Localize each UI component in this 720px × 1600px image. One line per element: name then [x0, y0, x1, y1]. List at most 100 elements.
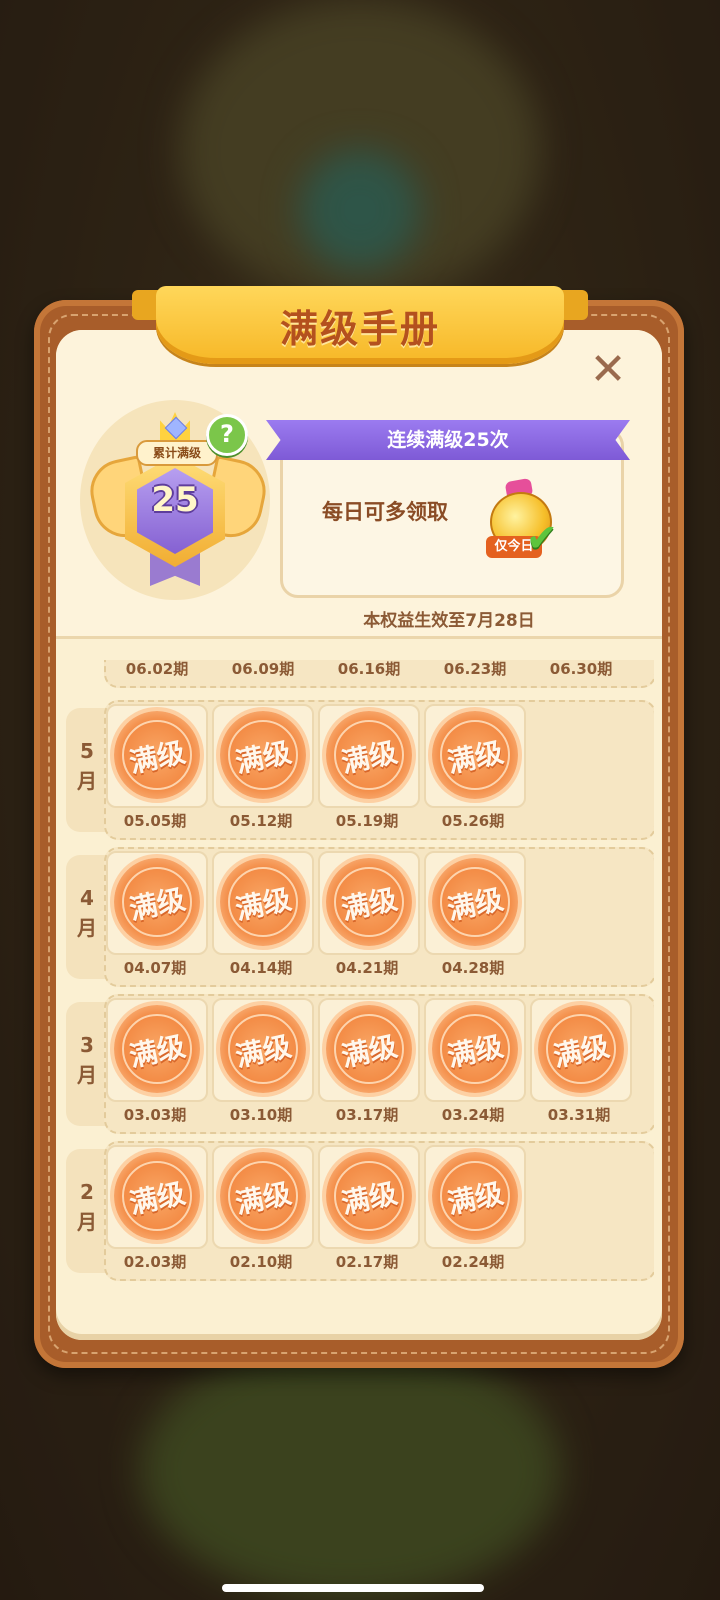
month-label-part: 月: [77, 769, 97, 793]
stamp-cell[interactable]: 满级: [106, 704, 208, 808]
full-level-stamp-icon: 满级: [326, 711, 412, 799]
stamp-text: 满级: [338, 735, 401, 780]
month-row: 3 月满级 03.03期 满级 03.10期 满级 03.17期 满级 03.24期 满级 03.3…: [66, 994, 654, 1134]
close-button[interactable]: ✕: [586, 348, 630, 392]
month-label: 2月: [66, 1177, 108, 1237]
close-icon: ✕: [589, 344, 627, 395]
stamp-cell[interactable]: 满级: [530, 998, 632, 1102]
period-date: 04.28期: [441, 959, 505, 977]
full-level-stamp-icon: 满级: [114, 1005, 200, 1093]
period-date: 05.19期: [335, 812, 399, 830]
title-ribbon: 满级手册: [132, 286, 588, 368]
full-level-stamp-icon: 满级: [220, 1152, 306, 1240]
period-date: 05.26期: [441, 812, 505, 830]
stamp-text: 满级: [232, 1029, 295, 1074]
help-button[interactable]: ?: [206, 414, 248, 456]
check-icon: ✔: [526, 516, 558, 560]
full-level-stamp-icon: 满级: [432, 1005, 518, 1093]
period-date: 06.16期: [337, 660, 401, 678]
stamp-text: 满级: [444, 1176, 507, 1221]
stamp-text: 满级: [550, 1029, 613, 1074]
month-row: 4 月满级 04.07期 满级 04.14期 满级 04.21期 满级 04.28期: [66, 847, 654, 987]
stamp-text: 满级: [232, 1176, 295, 1221]
stamp-cell[interactable]: 满级: [318, 998, 420, 1102]
period-date: 02.03期: [123, 1253, 187, 1271]
stamp-cell[interactable]: 满级: [106, 1145, 208, 1249]
full-level-stamp-icon: 满级: [432, 711, 518, 799]
month-label-part: 3: [80, 1033, 94, 1057]
period-date: 04.14期: [229, 959, 293, 977]
stamp-cell[interactable]: 满级: [106, 998, 208, 1102]
stamp-cell[interactable]: 满级: [212, 851, 314, 955]
full-level-stamp-icon: 满级: [538, 1005, 624, 1093]
period-date: 02.10期: [229, 1253, 293, 1271]
month-label-part: 2: [80, 1180, 94, 1204]
period-date: 04.07期: [123, 959, 187, 977]
period-date: 02.24期: [441, 1253, 505, 1271]
stamp-text: 满级: [232, 735, 295, 780]
stamp-cell[interactable]: 满级: [106, 851, 208, 955]
validity-text: 本权益生效至7月28日: [363, 611, 535, 631]
stamp-text: 满级: [444, 735, 507, 780]
period-date: 03.10期: [229, 1106, 293, 1124]
full-level-stamp-icon: 满级: [220, 1005, 306, 1093]
month-row-june: 06.02期 06.09期 06.16期 06.23期 06.30期: [66, 660, 654, 688]
full-level-stamp-icon: 满级: [220, 711, 306, 799]
badge-label: 累计满级: [136, 440, 218, 466]
home-indicator[interactable]: [222, 1584, 484, 1592]
full-level-stamp-icon: 满级: [326, 1152, 412, 1240]
stamp-cell[interactable]: 满级: [424, 1145, 526, 1249]
month-label-part: 月: [77, 1210, 97, 1234]
full-level-stamp-icon: 满级: [432, 858, 518, 946]
full-level-count: 25: [151, 480, 199, 520]
period-date: 04.21期: [335, 959, 399, 977]
full-level-stamp-icon: 满级: [114, 858, 200, 946]
full-level-stamp-icon: 满级: [326, 858, 412, 946]
stamp-text: 满级: [126, 1029, 189, 1074]
stamp-text: 满级: [126, 735, 189, 780]
period-date: 03.03期: [123, 1106, 187, 1124]
question-icon: ?: [220, 420, 234, 448]
stamp-cell[interactable]: 满级: [424, 851, 526, 955]
stamp-text: 满级: [126, 1176, 189, 1221]
period-date: 06.30期: [549, 660, 613, 678]
period-date: 06.23期: [443, 660, 507, 678]
stamp-text: 满级: [444, 882, 507, 927]
period-date: 02.17期: [335, 1253, 399, 1271]
stamp-cell[interactable]: 满级: [212, 1145, 314, 1249]
period-date: 06.09期: [231, 660, 295, 678]
full-level-stamp-icon: 满级: [114, 711, 200, 799]
stamp-grid[interactable]: 06.02期 06.09期 06.16期 06.23期 06.30期 5 月满级 05.05期…: [66, 660, 654, 1324]
full-level-stamp-icon: 满级: [220, 858, 306, 946]
stamp-cell[interactable]: 满级: [424, 704, 526, 808]
month-row: 5 月满级 05.05期 满级 05.12期 满级 05.19期 满级 05.26期: [66, 700, 654, 840]
stamp-cell[interactable]: 满级: [318, 704, 420, 808]
month-label-part: 月: [77, 916, 97, 940]
streak-banner-text: 连续满级25次: [387, 429, 509, 451]
reward-description: 每日可多领取: [322, 500, 448, 524]
full-level-stamp-icon: 满级: [326, 1005, 412, 1093]
page-title: 满级手册: [279, 307, 440, 351]
stamp-text: 满级: [126, 882, 189, 927]
stamp-cell[interactable]: 满级: [212, 998, 314, 1102]
stamp-cell[interactable]: 满级: [318, 1145, 420, 1249]
stamp-cell[interactable]: 满级: [212, 704, 314, 808]
stamp-text: 满级: [444, 1029, 507, 1074]
stamp-cell[interactable]: 满级: [318, 851, 420, 955]
period-date: 03.31期: [547, 1106, 611, 1124]
stamp-text: 满级: [338, 882, 401, 927]
period-date: 03.17期: [335, 1106, 399, 1124]
stamp-text: 满级: [232, 882, 295, 927]
month-label: 4月: [66, 883, 108, 943]
stamp-text: 满级: [338, 1176, 401, 1221]
stamp-cell[interactable]: 满级: [424, 998, 526, 1102]
month-label: 5月: [66, 736, 108, 796]
month-row: 2 月满级 02.03期 满级 02.10期 满级 02.17期 满级 02.24期: [66, 1141, 654, 1281]
month-label-part: 月: [77, 1063, 97, 1087]
month-label: 3月: [66, 1030, 108, 1090]
period-date: 03.24期: [441, 1106, 505, 1124]
month-label-part: 5: [80, 739, 94, 763]
stamp-text: 满级: [338, 1029, 401, 1074]
period-date: 05.05期: [123, 812, 187, 830]
full-level-stamp-icon: 满级: [432, 1152, 518, 1240]
